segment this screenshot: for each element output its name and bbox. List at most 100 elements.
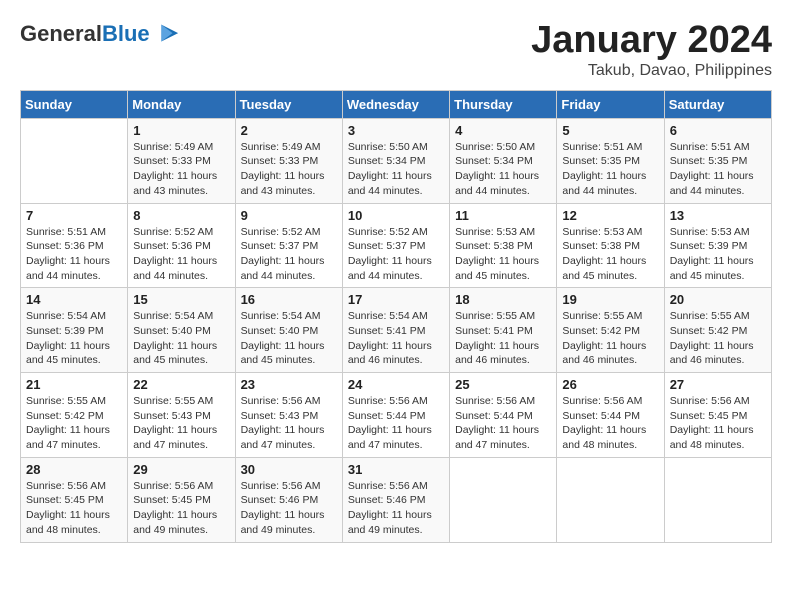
day-number: 21: [26, 377, 122, 392]
calendar-week-row: 28Sunrise: 5:56 AM Sunset: 5:45 PM Dayli…: [21, 457, 772, 542]
location-subtitle: Takub, Davao, Philippines: [531, 62, 772, 80]
day-info: Sunrise: 5:49 AM Sunset: 5:33 PM Dayligh…: [241, 140, 337, 199]
day-number: 25: [455, 377, 551, 392]
calendar-cell: 6 Sunrise: 5:51 AM Sunset: 5:35 PM Daylig…: [664, 118, 771, 203]
logo-icon: [152, 20, 180, 48]
day-info: Sunrise: 5:55 AM Sunset: 5:43 PM Dayligh…: [133, 394, 229, 453]
day-number: 30: [241, 462, 337, 477]
day-number: 27: [670, 377, 766, 392]
calendar-cell: 2 Sunrise: 5:49 AM Sunset: 5:33 PM Daylig…: [235, 118, 342, 203]
logo: GeneralBlue: [20, 20, 180, 48]
day-number: 24: [348, 377, 444, 392]
day-info: Sunrise: 5:52 AM Sunset: 5:37 PM Dayligh…: [241, 225, 337, 284]
day-number: 6: [670, 123, 766, 138]
day-info: Sunrise: 5:52 AM Sunset: 5:37 PM Dayligh…: [348, 225, 444, 284]
day-info: Sunrise: 5:56 AM Sunset: 5:44 PM Dayligh…: [562, 394, 658, 453]
calendar-cell: 25 Sunrise: 5:56 AM Sunset: 5:44 PM Dayli…: [450, 373, 557, 458]
day-number: 22: [133, 377, 229, 392]
day-number: 26: [562, 377, 658, 392]
day-info: Sunrise: 5:56 AM Sunset: 5:46 PM Dayligh…: [348, 479, 444, 538]
day-info: Sunrise: 5:55 AM Sunset: 5:42 PM Dayligh…: [26, 394, 122, 453]
calendar-cell: 9Sunrise: 5:52 AM Sunset: 5:37 PM Daylig…: [235, 203, 342, 288]
calendar-cell: 11Sunrise: 5:53 AM Sunset: 5:38 PM Dayli…: [450, 203, 557, 288]
day-info: Sunrise: 5:56 AM Sunset: 5:45 PM Dayligh…: [670, 394, 766, 453]
day-info: Sunrise: 5:51 AM Sunset: 5:36 PM Dayligh…: [26, 225, 122, 284]
weekday-header-cell: Tuesday: [235, 90, 342, 118]
day-info: Sunrise: 5:56 AM Sunset: 5:43 PM Dayligh…: [241, 394, 337, 453]
calendar-cell: 27 Sunrise: 5:56 AM Sunset: 5:45 PM Dayli…: [664, 373, 771, 458]
day-info: Sunrise: 5:53 AM Sunset: 5:38 PM Dayligh…: [562, 225, 658, 284]
day-number: 17: [348, 292, 444, 307]
day-number: 8: [133, 208, 229, 223]
calendar-cell: 16 Sunrise: 5:54 AM Sunset: 5:40 PM Dayli…: [235, 288, 342, 373]
day-info: Sunrise: 5:54 AM Sunset: 5:39 PM Dayligh…: [26, 309, 122, 368]
calendar-cell: 26 Sunrise: 5:56 AM Sunset: 5:44 PM Dayli…: [557, 373, 664, 458]
day-number: 1: [133, 123, 229, 138]
calendar-cell: 10 Sunrise: 5:52 AM Sunset: 5:37 PM Dayli…: [342, 203, 449, 288]
day-info: Sunrise: 5:56 AM Sunset: 5:44 PM Dayligh…: [348, 394, 444, 453]
weekday-header-cell: Friday: [557, 90, 664, 118]
day-info: Sunrise: 5:56 AM Sunset: 5:46 PM Dayligh…: [241, 479, 337, 538]
day-info: Sunrise: 5:51 AM Sunset: 5:35 PM Dayligh…: [562, 140, 658, 199]
calendar-cell: 15 Sunrise: 5:54 AM Sunset: 5:40 PM Dayli…: [128, 288, 235, 373]
day-info: Sunrise: 5:50 AM Sunset: 5:34 PM Dayligh…: [348, 140, 444, 199]
calendar-cell: 29Sunrise: 5:56 AM Sunset: 5:45 PM Dayli…: [128, 457, 235, 542]
day-info: Sunrise: 5:55 AM Sunset: 5:41 PM Dayligh…: [455, 309, 551, 368]
calendar-cell: 31Sunrise: 5:56 AM Sunset: 5:46 PM Dayli…: [342, 457, 449, 542]
weekday-header-cell: Wednesday: [342, 90, 449, 118]
day-number: 5: [562, 123, 658, 138]
calendar-cell: 22 Sunrise: 5:55 AM Sunset: 5:43 PM Dayli…: [128, 373, 235, 458]
calendar-cell: 4 Sunrise: 5:50 AM Sunset: 5:34 PM Daylig…: [450, 118, 557, 203]
calendar-cell: 23 Sunrise: 5:56 AM Sunset: 5:43 PM Dayli…: [235, 373, 342, 458]
calendar-cell: 5 Sunrise: 5:51 AM Sunset: 5:35 PM Daylig…: [557, 118, 664, 203]
day-info: Sunrise: 5:53 AM Sunset: 5:39 PM Dayligh…: [670, 225, 766, 284]
day-info: Sunrise: 5:51 AM Sunset: 5:35 PM Dayligh…: [670, 140, 766, 199]
day-info: Sunrise: 5:54 AM Sunset: 5:40 PM Dayligh…: [241, 309, 337, 368]
calendar-cell: 18 Sunrise: 5:55 AM Sunset: 5:41 PM Dayli…: [450, 288, 557, 373]
logo-general: General: [20, 21, 102, 46]
calendar-cell: 3 Sunrise: 5:50 AM Sunset: 5:34 PM Daylig…: [342, 118, 449, 203]
day-number: 13: [670, 208, 766, 223]
calendar-cell: 1Sunrise: 5:49 AM Sunset: 5:33 PM Daylig…: [128, 118, 235, 203]
day-info: Sunrise: 5:55 AM Sunset: 5:42 PM Dayligh…: [670, 309, 766, 368]
day-number: 2: [241, 123, 337, 138]
day-number: 23: [241, 377, 337, 392]
calendar-cell: [557, 457, 664, 542]
day-info: Sunrise: 5:56 AM Sunset: 5:44 PM Dayligh…: [455, 394, 551, 453]
day-number: 20: [670, 292, 766, 307]
day-number: 12: [562, 208, 658, 223]
calendar-body: 1 Sunrise: 5:49 AM Sunset: 5:33 PM Daylig…: [21, 118, 772, 542]
calendar-cell: 14 Sunrise: 5:54 AM Sunset: 5:39 PM Dayli…: [21, 288, 128, 373]
day-number: 7: [26, 208, 122, 223]
day-info: Sunrise: 5:50 AM Sunset: 5:34 PM Dayligh…: [455, 140, 551, 199]
calendar-week-row: 7 Sunrise: 5:51 AM Sunset: 5:36 PM Daylig…: [21, 203, 772, 288]
day-number: 16: [241, 292, 337, 307]
calendar-cell: 8 Sunrise: 5:52 AM Sunset: 5:36 PM Daylig…: [128, 203, 235, 288]
day-info: Sunrise: 5:53 AM Sunset: 5:38 PM Dayligh…: [455, 225, 551, 284]
calendar-cell: [21, 118, 128, 203]
day-number: 19: [562, 292, 658, 307]
day-number: 15: [133, 292, 229, 307]
day-number: 4: [455, 123, 551, 138]
day-number: 3: [348, 123, 444, 138]
title-block: January 2024 Takub, Davao, Philippines: [531, 20, 772, 80]
day-info: Sunrise: 5:52 AM Sunset: 5:36 PM Dayligh…: [133, 225, 229, 284]
day-number: 14: [26, 292, 122, 307]
weekday-header-row: SundayMondayTuesdayWednesdayThursdayFrid…: [21, 90, 772, 118]
page-header: GeneralBlue January 2024 Takub, Davao, P…: [20, 20, 772, 80]
calendar-cell: 30 Sunrise: 5:56 AM Sunset: 5:46 PM Dayli…: [235, 457, 342, 542]
day-info: Sunrise: 5:54 AM Sunset: 5:40 PM Dayligh…: [133, 309, 229, 368]
day-info: Sunrise: 5:55 AM Sunset: 5:42 PM Dayligh…: [562, 309, 658, 368]
calendar-table: SundayMondayTuesdayWednesdayThursdayFrid…: [20, 90, 772, 543]
calendar-cell: 17Sunrise: 5:54 AM Sunset: 5:41 PM Dayli…: [342, 288, 449, 373]
logo-blue: Blue: [102, 21, 150, 46]
calendar-cell: 20 Sunrise: 5:55 AM Sunset: 5:42 PM Dayli…: [664, 288, 771, 373]
day-number: 18: [455, 292, 551, 307]
day-number: 10: [348, 208, 444, 223]
calendar-cell: 24 Sunrise: 5:56 AM Sunset: 5:44 PM Dayli…: [342, 373, 449, 458]
day-number: 29: [133, 462, 229, 477]
calendar-cell: 28Sunrise: 5:56 AM Sunset: 5:45 PM Dayli…: [21, 457, 128, 542]
calendar-week-row: 1 Sunrise: 5:49 AM Sunset: 5:33 PM Daylig…: [21, 118, 772, 203]
weekday-header-cell: Saturday: [664, 90, 771, 118]
calendar-week-row: 14 Sunrise: 5:54 AM Sunset: 5:39 PM Dayli…: [21, 288, 772, 373]
